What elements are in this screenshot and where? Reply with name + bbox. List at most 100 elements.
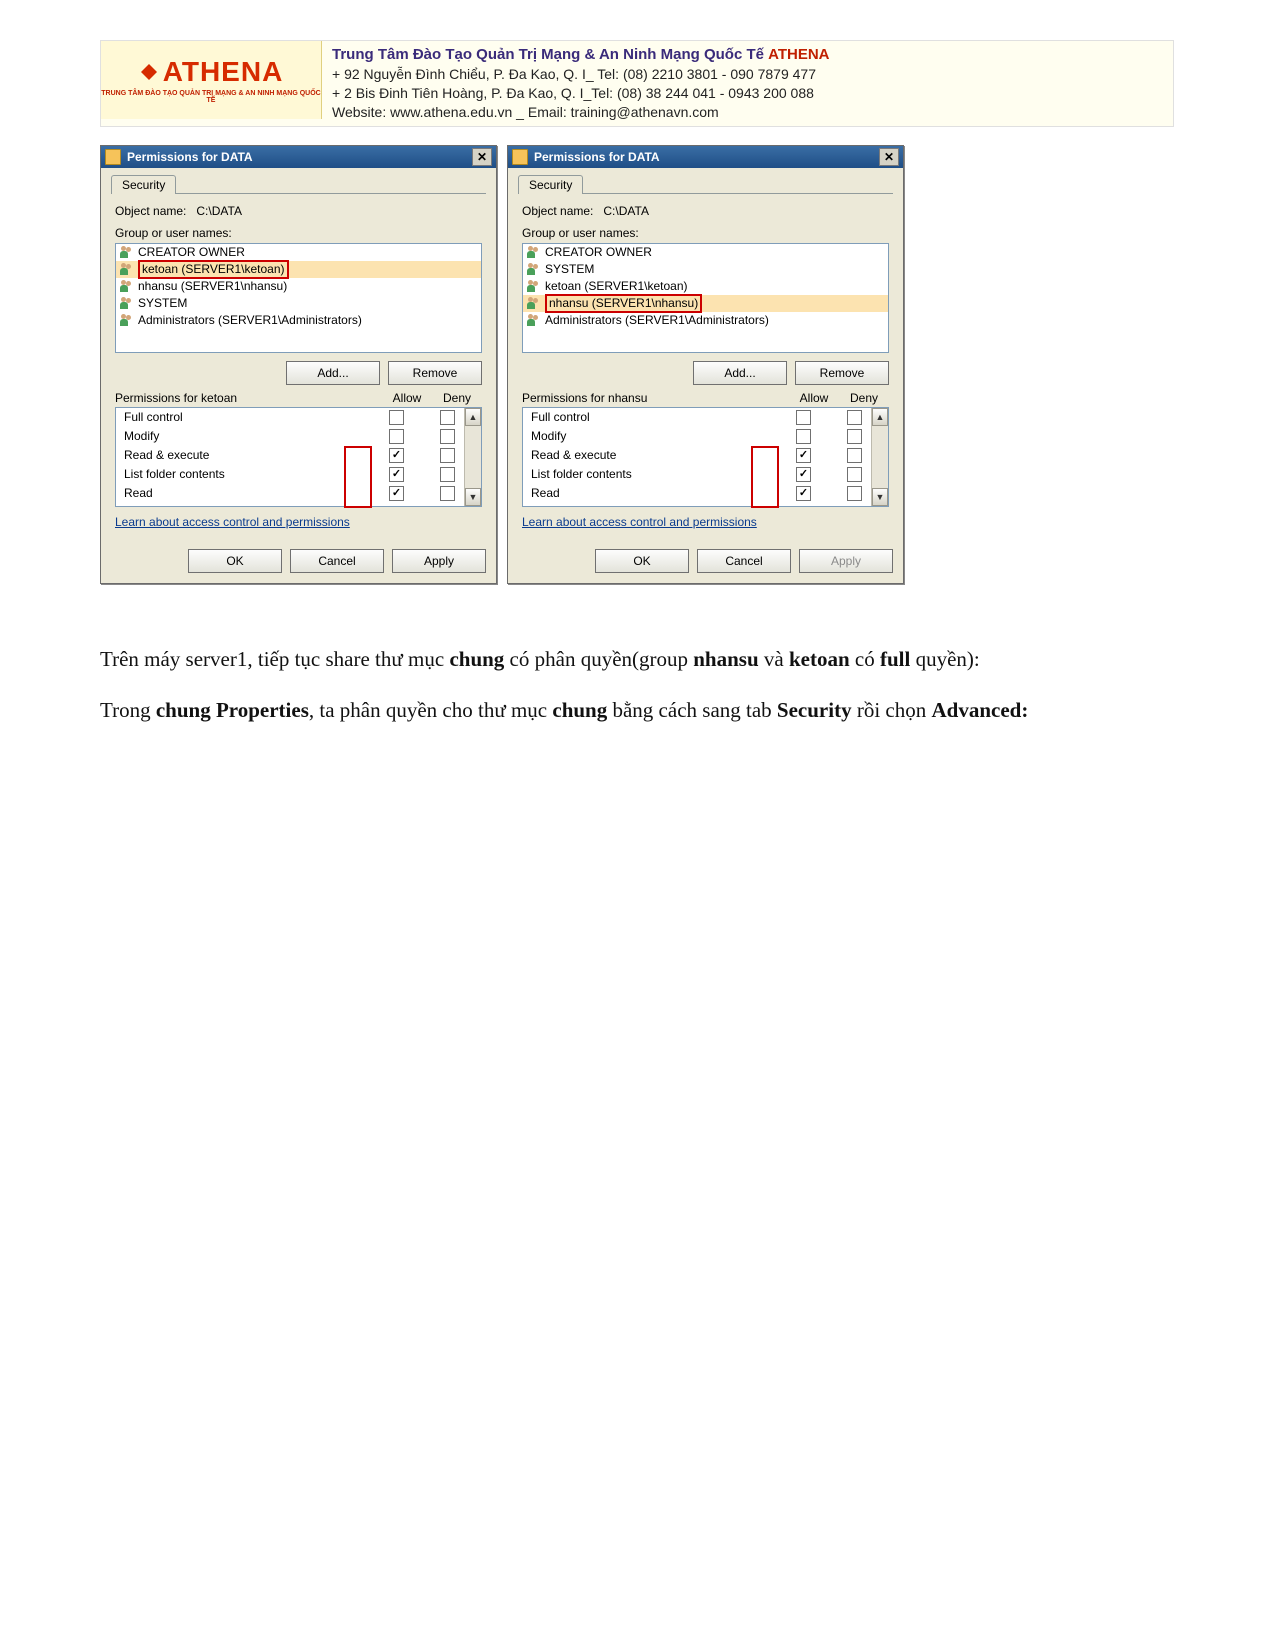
titlebar: Permissions for DATA ✕ (508, 146, 903, 168)
group-label: Group or user names: (522, 226, 893, 240)
list-item: SYSTEM (523, 261, 888, 278)
deny-checkbox[interactable] (847, 448, 862, 463)
allow-checkbox[interactable] (389, 429, 404, 444)
deny-checkbox[interactable] (440, 410, 455, 425)
perm-row: Read & execute (523, 446, 888, 465)
users-icon (120, 263, 134, 275)
learn-link[interactable]: Learn about access control and permissio… (115, 515, 350, 529)
allow-checkbox[interactable] (389, 410, 404, 425)
deny-checkbox[interactable] (440, 429, 455, 444)
list-item: nhansu (SERVER1\nhansu) (116, 278, 481, 295)
logo-sub: TRUNG TÂM ĐÀO TẠO QUẢN TRỊ MẠNG & AN NIN… (101, 90, 321, 104)
perm-listbox: Full control Modify Read & execute List … (522, 407, 889, 507)
close-button[interactable]: ✕ (879, 148, 899, 166)
object-name-row: Object name: C:\DATA (115, 204, 486, 218)
add-button[interactable]: Add... (286, 361, 380, 385)
users-icon (527, 280, 541, 292)
perm-header: Permissions for ketoan Allow Deny (115, 391, 482, 405)
users-icon (120, 280, 134, 292)
title-text: Permissions for DATA (534, 150, 879, 164)
permissions-dialog-right: Permissions for DATA ✕ Security Object n… (507, 145, 904, 584)
allow-checkbox[interactable] (389, 448, 404, 463)
perm-row: List folder contents (116, 465, 481, 484)
list-item: SYSTEM (116, 295, 481, 312)
scroll-down-icon[interactable]: ▼ (465, 488, 481, 506)
allow-checkbox[interactable] (796, 429, 811, 444)
users-icon (527, 246, 541, 258)
list-item: Administrators (SERVER1\Administrators) (116, 312, 481, 329)
logo-block: ATHENA TRUNG TÂM ĐÀO TẠO QUẢN TRỊ MẠNG &… (101, 41, 322, 119)
object-name-row: Object name: C:\DATA (522, 204, 893, 218)
apply-button[interactable]: Apply (799, 549, 893, 573)
users-icon (120, 314, 134, 326)
folder-icon (105, 149, 121, 165)
allow-checkbox[interactable] (796, 486, 811, 501)
group-label: Group or user names: (115, 226, 486, 240)
scrollbar[interactable]: ▲▼ (464, 408, 481, 506)
group-listbox[interactable]: CREATOR OWNER ketoan (SERVER1\ketoan) nh… (115, 243, 482, 353)
article-text: Trên máy server1, tiếp tục share thư mục… (100, 644, 1174, 726)
perm-row: Read & execute (116, 446, 481, 465)
users-icon (120, 246, 134, 258)
folder-icon (512, 149, 528, 165)
perm-row: Read (523, 484, 888, 503)
remove-button[interactable]: Remove (388, 361, 482, 385)
scroll-up-icon[interactable]: ▲ (872, 408, 888, 426)
cancel-button[interactable]: Cancel (290, 549, 384, 573)
banner-text: Trung Tâm Đào Tạo Quản Trị Mạng & An Nin… (322, 41, 1173, 126)
users-icon (527, 297, 541, 309)
deny-checkbox[interactable] (440, 467, 455, 482)
remove-button[interactable]: Remove (795, 361, 889, 385)
list-item: nhansu (SERVER1\nhansu) (523, 295, 888, 312)
list-item: CREATOR OWNER (523, 244, 888, 261)
permissions-dialog-left: Permissions for DATA ✕ Security Object n… (100, 145, 497, 584)
perm-row: Full control (523, 408, 888, 427)
deny-checkbox[interactable] (847, 467, 862, 482)
perm-row: List folder contents (523, 465, 888, 484)
perm-row: Read (116, 484, 481, 503)
list-item: ketoan (SERVER1\ketoan) (523, 278, 888, 295)
users-icon (527, 263, 541, 275)
perm-listbox: Full control Modify Read & execute List … (115, 407, 482, 507)
deny-checkbox[interactable] (847, 410, 862, 425)
deny-checkbox[interactable] (847, 486, 862, 501)
scroll-up-icon[interactable]: ▲ (465, 408, 481, 426)
allow-checkbox[interactable] (389, 467, 404, 482)
deny-checkbox[interactable] (440, 486, 455, 501)
logo-text: ATHENA (139, 56, 284, 88)
learn-link[interactable]: Learn about access control and permissio… (522, 515, 757, 529)
ok-button[interactable]: OK (188, 549, 282, 573)
deny-checkbox[interactable] (440, 448, 455, 463)
allow-checkbox[interactable] (389, 486, 404, 501)
group-listbox[interactable]: CREATOR OWNER SYSTEM ketoan (SERVER1\ket… (522, 243, 889, 353)
tabbar: Security (518, 174, 893, 194)
header-banner: ATHENA TRUNG TÂM ĐÀO TẠO QUẢN TRỊ MẠNG &… (100, 40, 1174, 127)
titlebar: Permissions for DATA ✕ (101, 146, 496, 168)
tabbar: Security (111, 174, 486, 194)
tab-security[interactable]: Security (518, 175, 583, 194)
list-item: ketoan (SERVER1\ketoan) (116, 261, 481, 278)
scroll-down-icon[interactable]: ▼ (872, 488, 888, 506)
perm-row: Modify (116, 427, 481, 446)
close-button[interactable]: ✕ (472, 148, 492, 166)
allow-checkbox[interactable] (796, 410, 811, 425)
allow-checkbox[interactable] (796, 448, 811, 463)
allow-checkbox[interactable] (796, 467, 811, 482)
cancel-button[interactable]: Cancel (697, 549, 791, 573)
add-button[interactable]: Add... (693, 361, 787, 385)
users-icon (120, 297, 134, 309)
list-item: CREATOR OWNER (116, 244, 481, 261)
scrollbar[interactable]: ▲▼ (871, 408, 888, 506)
apply-button[interactable]: Apply (392, 549, 486, 573)
ok-button[interactable]: OK (595, 549, 689, 573)
perm-header: Permissions for nhansu Allow Deny (522, 391, 889, 405)
users-icon (527, 314, 541, 326)
diamond-icon (139, 62, 159, 82)
title-text: Permissions for DATA (127, 150, 472, 164)
tab-security[interactable]: Security (111, 175, 176, 194)
dialogs-row: Permissions for DATA ✕ Security Object n… (100, 145, 1174, 584)
perm-row: Full control (116, 408, 481, 427)
deny-checkbox[interactable] (847, 429, 862, 444)
list-item: Administrators (SERVER1\Administrators) (523, 312, 888, 329)
perm-row: Modify (523, 427, 888, 446)
